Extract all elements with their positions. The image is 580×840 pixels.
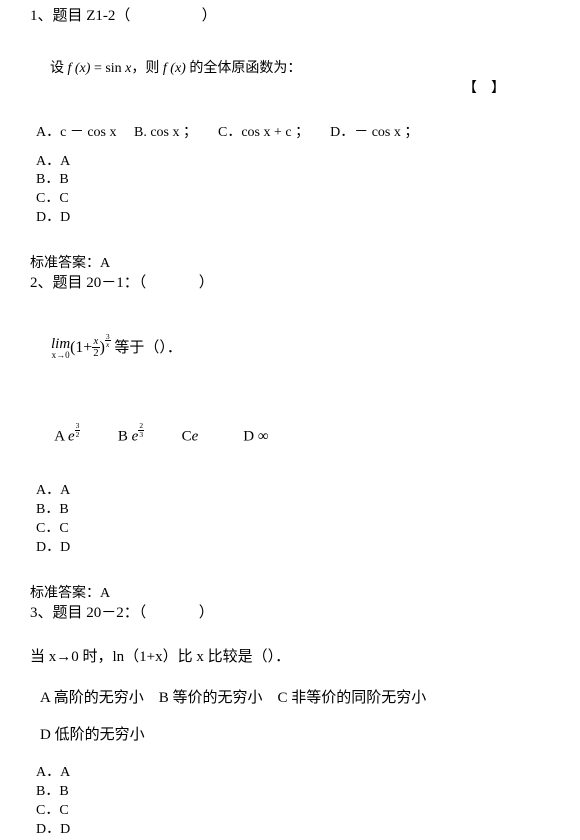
choice-d[interactable]: D．D <box>36 539 580 558</box>
stem-mid-2: ，则 <box>131 60 163 76</box>
limit-subscript: x→0 <box>51 349 70 360</box>
choice-c[interactable]: C．C <box>36 520 580 539</box>
question-1-answer: 标准答案：A <box>30 256 111 272</box>
choice-d[interactable]: D．D <box>36 821 580 840</box>
question-3-heading: 3、题目 20－2：（ ） <box>30 604 214 621</box>
choice-c[interactable]: C．C <box>36 190 580 209</box>
limit-operator: lim x→0 <box>51 336 70 360</box>
choice-b[interactable]: B．B <box>36 171 580 190</box>
limit-fraction-denominator: 2 <box>93 347 99 360</box>
stem-function-1: f (x) <box>67 60 91 76</box>
choice-a[interactable]: A．A <box>36 482 580 501</box>
option-c-label: C <box>181 428 192 445</box>
choice-c[interactable]: C．C <box>36 802 580 821</box>
stem-mid-1: = sin <box>90 60 126 76</box>
question-1-heading: 1、题目 Z1-2（ ） <box>30 8 217 24</box>
choice-a[interactable]: A．A <box>36 764 580 783</box>
question-1-choices: A．A B．B C．C D．D <box>0 153 580 229</box>
question-3-stem: 当 x→0 时，ln（1+x）比 x 比较是（）． <box>30 649 291 666</box>
choice-b[interactable]: B．B <box>36 783 580 802</box>
question-2-heading: 2、题目 20－1：（ ） <box>30 275 214 292</box>
limit-fraction: x2 <box>92 335 100 360</box>
stem-suffix: 的全体原函数为： <box>185 60 302 76</box>
question-2-answer: 标准答案：A <box>30 585 111 601</box>
question-3-choices: A．A B．B C．C D．D <box>0 764 580 840</box>
limit-open-paren: (1+ <box>70 338 93 356</box>
stem-prefix: 设 <box>50 60 68 76</box>
question-3-options-line-1: A 高阶的无穷小 B 等价的无穷小 C 非等价的同阶无穷小 <box>40 690 427 707</box>
option-b-base: e <box>131 428 139 445</box>
answer-bracket-placeholder: 【 】 <box>463 80 505 96</box>
choice-d[interactable]: D．D <box>36 209 580 228</box>
question-3-options-line-2: D 低阶的无穷小 <box>40 727 145 744</box>
question-2-stem: lim x→0 (1+ x 2) 3 x 等于（）． <box>0 316 580 377</box>
limit-tail-text: 等于（）． <box>110 339 182 356</box>
question-2-choices: A．A B．B C．C D．D <box>0 482 580 558</box>
option-a-label: A <box>54 428 65 445</box>
stem-function-2: f (x) <box>162 60 186 76</box>
question-1-inline-options: A．c － cos x B. cos x ； C．cos x + c ； D．－… <box>36 124 419 140</box>
option-a-base: e <box>67 428 75 445</box>
option-d-label: D <box>243 428 255 445</box>
choice-a[interactable]: A．A <box>36 153 580 172</box>
option-b-label: B <box>117 428 128 445</box>
document-page: 1、题目 Z1-2（ ） 设 f (x) = sin x，则 f (x) 的全体… <box>0 0 580 837</box>
choice-b[interactable]: B．B <box>36 501 580 520</box>
question-1-stem: 设 f (x) = sin x，则 f (x) 的全体原函数为： 【 】 <box>0 41 580 109</box>
option-d-value: ∞ <box>257 428 269 445</box>
question-2-inline-options: A e32 B e23 Ce D ∞ <box>0 405 580 463</box>
